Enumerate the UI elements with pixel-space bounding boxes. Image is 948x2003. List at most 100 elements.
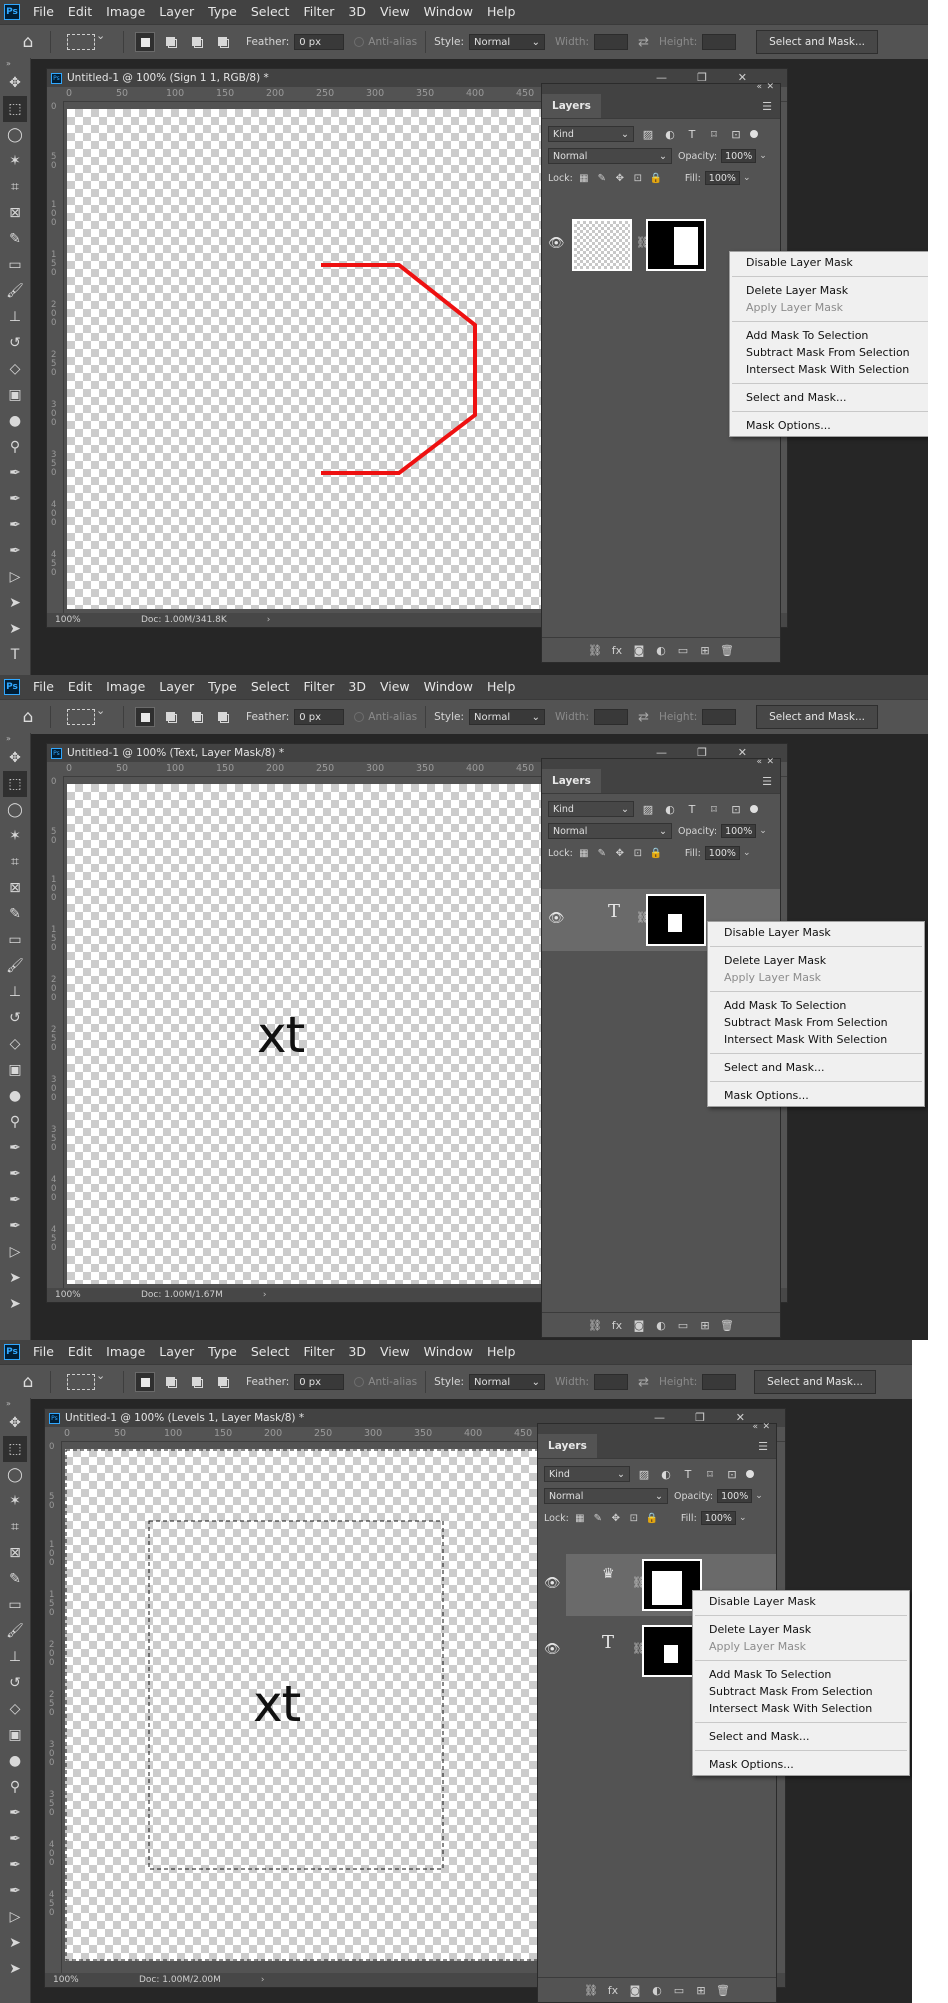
zoom-level[interactable]: 100% [47, 1290, 95, 1300]
smart-object-filter-icon[interactable]: ⊡ [728, 801, 744, 817]
chevron-down-icon[interactable]: ⌄ [759, 151, 767, 161]
menu-item-add-to-selection[interactable]: Add Mask To Selection [730, 327, 928, 344]
eye-icon[interactable]: 👁 [544, 1576, 561, 1591]
home-icon[interactable]: ⌂ [14, 1371, 42, 1393]
menu-layer[interactable]: Layer [152, 0, 201, 24]
arrow-tool-icon[interactable]: ➤ [0, 616, 30, 642]
kind-filter-select[interactable]: Kind ⌄ [548, 126, 634, 142]
eraser-tool-icon[interactable]: ◇ [0, 1696, 30, 1722]
adjustment-icon[interactable]: ◐ [650, 644, 672, 657]
frame-tool-icon[interactable]: ⊠ [0, 200, 30, 226]
add-selection-button[interactable] [161, 1372, 181, 1392]
subtract-selection-button[interactable] [187, 1372, 207, 1392]
new-layer-icon[interactable]: ⊞ [694, 1319, 716, 1332]
feather-input[interactable]: 0 px [294, 709, 345, 725]
type-filter-icon[interactable]: T [680, 1466, 696, 1482]
collapse-icon[interactable]: « [756, 82, 762, 92]
pen-variant-3-icon[interactable]: ✒ [0, 538, 30, 564]
add-mask-icon[interactable]: ◙ [624, 1984, 646, 1997]
menu-file[interactable]: File [26, 0, 61, 24]
menu-type[interactable]: Type [201, 675, 244, 699]
menu-help[interactable]: Help [480, 1340, 523, 1364]
menu-3d[interactable]: 3D [341, 1340, 373, 1364]
lock-position-icon[interactable]: ✥ [613, 846, 627, 860]
healing-tool-icon[interactable]: ▭ [0, 1592, 30, 1618]
zoom-level[interactable]: 100% [45, 1975, 93, 1985]
tool-preset-picker[interactable] [67, 704, 105, 725]
select-and-mask-button[interactable]: Select and Mask... [756, 30, 878, 54]
opacity-input[interactable]: 100% [717, 1489, 753, 1503]
type-filter-icon[interactable]: T [684, 801, 700, 817]
fill-input[interactable]: 100% [704, 171, 740, 185]
eyedropper-tool-icon[interactable]: ✎ [0, 226, 30, 252]
lasso-tool-icon[interactable]: ◯ [0, 797, 30, 823]
menu-file[interactable]: File [26, 675, 61, 699]
new-layer-icon[interactable]: ⊞ [690, 1984, 712, 1997]
menu-item-mask-options[interactable]: Mask Options... [693, 1756, 909, 1773]
add-selection-button[interactable] [161, 707, 181, 727]
menu-select[interactable]: Select [244, 0, 297, 24]
type-filter-icon[interactable]: T [684, 126, 700, 142]
menu-item-select-and-mask[interactable]: Select and Mask... [708, 1059, 924, 1076]
menu-item-add-to-selection[interactable]: Add Mask To Selection [693, 1666, 909, 1683]
path-selection-icon[interactable]: ▷ [0, 1904, 30, 1930]
tool-preset-picker[interactable] [67, 29, 105, 50]
blur-tool-icon[interactable]: ● [0, 1748, 30, 1774]
pen-variant-3-icon[interactable]: ✒ [0, 1213, 30, 1239]
menu-view[interactable]: View [373, 675, 417, 699]
feather-input[interactable]: 0 px [294, 1374, 345, 1390]
menu-item-disable-mask[interactable]: Disable Layer Mask [730, 254, 928, 271]
dodge-tool-icon[interactable]: ⚲ [0, 1109, 30, 1135]
fill-input[interactable]: 100% [704, 846, 740, 860]
lock-paint-icon[interactable]: ✎ [595, 846, 609, 860]
menu-window[interactable]: Window [417, 0, 480, 24]
healing-tool-icon[interactable]: ▭ [0, 252, 30, 278]
close-icon[interactable]: ✕ [762, 1422, 770, 1432]
collapse-icon[interactable]: » [0, 58, 30, 70]
home-icon[interactable]: ⌂ [14, 706, 42, 728]
dodge-tool-icon[interactable]: ⚲ [0, 1774, 30, 1800]
pen-tool-icon[interactable]: ✒ [0, 1135, 30, 1161]
arrow-tool-icon[interactable]: ➤ [0, 1956, 30, 1982]
blend-mode-select[interactable]: Normal ⌄ [548, 148, 672, 164]
kind-filter-select[interactable]: Kind ⌄ [544, 1466, 630, 1482]
menu-item-add-to-selection[interactable]: Add Mask To Selection [708, 997, 924, 1014]
direct-selection-icon[interactable]: ➤ [0, 1265, 30, 1291]
menu-file[interactable]: File [26, 1340, 61, 1364]
lasso-tool-icon[interactable]: ◯ [0, 122, 30, 148]
intersect-selection-button[interactable] [213, 1372, 233, 1392]
menu-help[interactable]: Help [480, 0, 523, 24]
select-and-mask-button[interactable]: Select and Mask... [756, 705, 878, 729]
menu-item-disable-mask[interactable]: Disable Layer Mask [693, 1593, 909, 1610]
trash-icon[interactable]: 🗑 [712, 1984, 734, 1997]
menu-3d[interactable]: 3D [341, 0, 373, 24]
add-selection-button[interactable] [161, 32, 181, 52]
folder-icon[interactable]: ▭ [668, 1984, 690, 1997]
fx-icon[interactable]: fx [602, 1984, 624, 1997]
type-layer-icon[interactable]: T [602, 1632, 614, 1653]
crop-tool-icon[interactable]: ⌗ [0, 174, 30, 200]
subtract-selection-button[interactable] [187, 32, 207, 52]
image-filter-icon[interactable]: ▨ [636, 1466, 652, 1482]
menu-filter[interactable]: Filter [296, 0, 341, 24]
smart-object-filter-icon[interactable]: ⊡ [724, 1466, 740, 1482]
menu-type[interactable]: Type [201, 1340, 244, 1364]
marquee-tool-icon[interactable]: ⬚ [3, 96, 27, 122]
home-icon[interactable]: ⌂ [14, 31, 42, 53]
new-layer-icon[interactable]: ⊞ [694, 644, 716, 657]
menu-view[interactable]: View [373, 1340, 417, 1364]
tab-layers[interactable]: Layers [542, 769, 601, 793]
close-icon[interactable]: ✕ [766, 757, 774, 767]
move-tool-icon[interactable]: ✥ [0, 745, 30, 771]
frame-tool-icon[interactable]: ⊠ [0, 1540, 30, 1566]
select-and-mask-button[interactable]: Select and Mask... [754, 1370, 876, 1394]
lock-artboard-icon[interactable]: ⊡ [631, 846, 645, 860]
history-brush-icon[interactable]: ↺ [0, 330, 30, 356]
magic-wand-tool-icon[interactable]: ✶ [0, 823, 30, 849]
zoom-level[interactable]: 100% [47, 615, 95, 625]
chevron-down-icon[interactable]: ⌄ [739, 1513, 747, 1523]
pen-variant-icon[interactable]: ✒ [0, 1826, 30, 1852]
eraser-tool-icon[interactable]: ◇ [0, 356, 30, 382]
menu-item-select-and-mask[interactable]: Select and Mask... [730, 389, 928, 406]
kind-filter-select[interactable]: Kind ⌄ [548, 801, 634, 817]
